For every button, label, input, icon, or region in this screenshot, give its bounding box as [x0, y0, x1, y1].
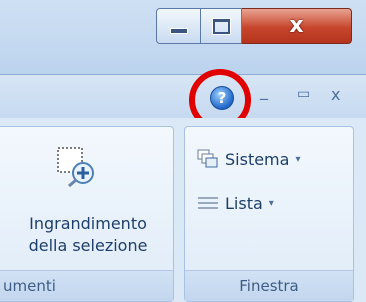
- system-button[interactable]: Sistema ▾: [197, 149, 300, 169]
- close-icon: x: [289, 13, 304, 38]
- window-close-button[interactable]: x: [242, 8, 352, 44]
- group-label-tools: umenti: [0, 270, 173, 301]
- group-label-window: Finestra: [185, 270, 353, 301]
- cascade-windows-icon: [197, 149, 218, 168]
- maximize-icon: [212, 18, 230, 34]
- window-maximize-button[interactable]: [201, 8, 242, 44]
- group-window: Sistema ▾ Lista ▾ Finestra: [184, 126, 354, 302]
- list-label: Lista: [225, 193, 263, 213]
- list-icon: [198, 197, 218, 209]
- system-label: Sistema: [225, 149, 290, 169]
- zoom-selection-button[interactable]: Ingrandimento della selezione: [3, 213, 173, 257]
- ribbon-close-icon[interactable]: x: [331, 87, 340, 103]
- zoom-selection-label-line1: Ingrandimento: [29, 214, 147, 233]
- ribbon-tab-bar: ? _ ▭ x: [0, 74, 366, 119]
- ribbon-minimize-icon[interactable]: _: [260, 83, 268, 99]
- window-minimize-button[interactable]: [156, 8, 201, 44]
- chevron-down-icon: ▾: [295, 153, 301, 165]
- list-button[interactable]: Lista ▾: [197, 193, 274, 213]
- ribbon-groups: Ingrandimento della selezione umenti Sis…: [0, 118, 366, 302]
- window-titlebar: x: [0, 0, 366, 74]
- zoom-selection-label-line2: della selezione: [28, 236, 148, 255]
- group-zoom: Ingrandimento della selezione umenti: [0, 126, 174, 302]
- zoom-selection-icon: [57, 147, 94, 187]
- chevron-down-icon: ▾: [268, 197, 274, 209]
- ribbon-restore-icon[interactable]: ▭: [297, 87, 310, 101]
- minimize-icon: [169, 28, 188, 34]
